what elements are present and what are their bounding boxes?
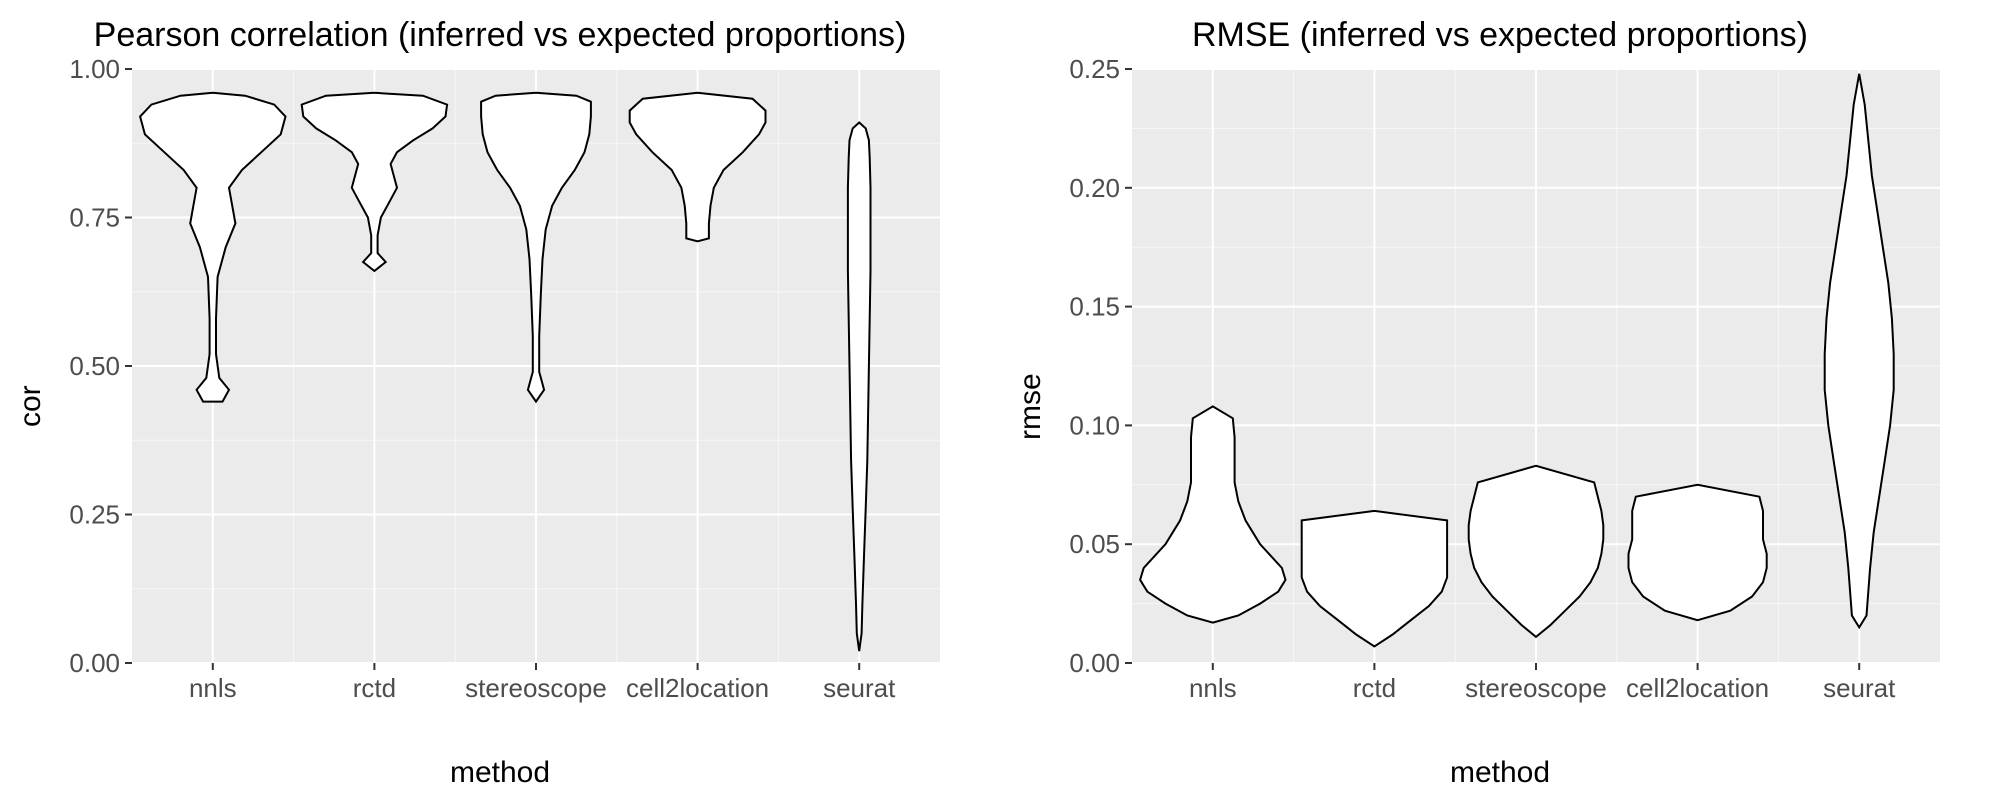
y-tick-label: 0.15 [1069,292,1120,322]
violin-cell2location [1629,485,1767,620]
xlabel-left: method [10,756,990,790]
x-tick-label: cell2location [1626,673,1769,703]
panel-pearson: Pearson correlation (inferred vs expecte… [0,0,1000,800]
x-tick-label: cell2location [626,673,769,703]
x-tick-label: seurat [823,673,896,703]
y-tick-label: 0.20 [1069,173,1120,203]
y-tick-label: 0.00 [69,648,120,678]
x-tick-label: seurat [1823,673,1896,703]
y-tick-label: 0.25 [1069,59,1120,84]
y-tick-label: 0.75 [69,203,120,233]
x-tick-label: nnls [189,673,237,703]
y-tick-label: 1.00 [69,59,120,84]
x-tick-label: rctd [353,673,396,703]
chart-svg-right: 0.00 0.05 0.10 0.15 0.20 0.25 nnls rctd stereosc… [1052,59,1952,719]
x-tick-label: stereoscope [465,673,607,703]
x-tick-label: stereoscope [1465,673,1607,703]
chart-wrap-right: rmse 0.00 0.05 0.10 0.15 0.20 0.25 nnls rctd ste… [1010,59,1990,754]
chart-wrap-left: cor 0.00 0.25 0.50 0.75 1.00 nnls rctd stereosc… [10,59,990,754]
x-tick-label: nnls [1189,673,1237,703]
y-tick-label: 0.00 [1069,648,1120,678]
ylabel-left: cor [10,59,52,754]
y-tick-label: 0.05 [1069,529,1120,559]
y-tick-label: 0.25 [69,500,120,530]
title-right: RMSE (inferred vs expected proportions) [1010,16,1990,55]
y-tick-label: 0.50 [69,351,120,381]
x-tick-label: rctd [1353,673,1396,703]
panel-rmse: RMSE (inferred vs expected proportions) … [1000,0,2000,800]
xlabel-right: method [1010,756,1990,790]
y-tick-label: 0.10 [1069,410,1120,440]
title-left: Pearson correlation (inferred vs expecte… [10,16,990,55]
chart-svg-left: 0.00 0.25 0.50 0.75 1.00 nnls rctd stereoscope c… [52,59,952,719]
ylabel-right: rmse [1010,59,1052,754]
figure-row: Pearson correlation (inferred vs expecte… [0,0,2000,800]
